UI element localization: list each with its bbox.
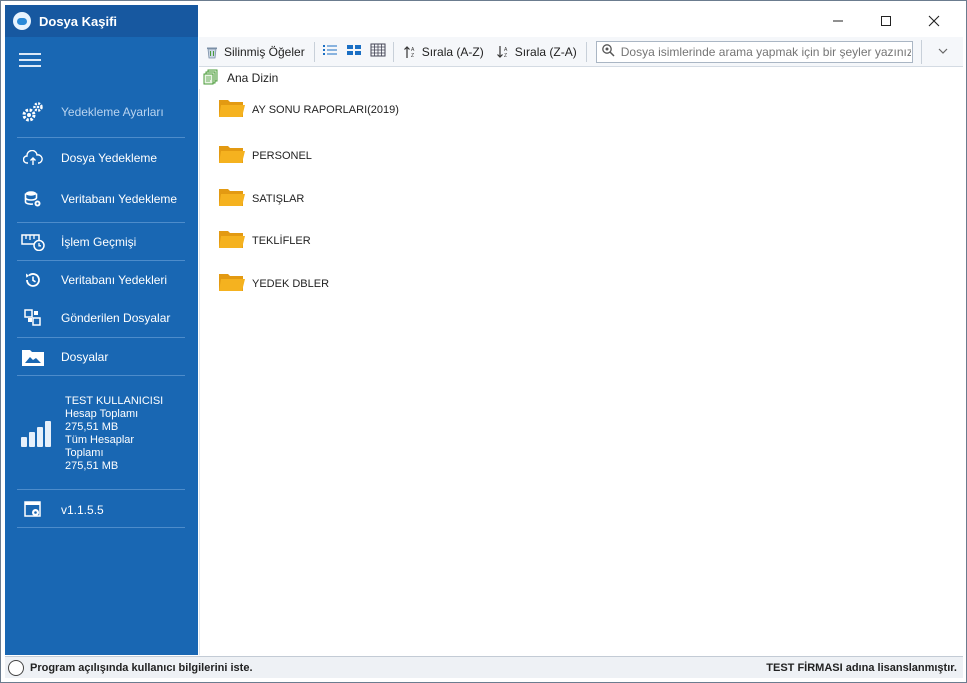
toolbar-divider bbox=[585, 41, 587, 62]
sidebar-divider bbox=[17, 260, 185, 261]
details-view-icon bbox=[346, 43, 362, 60]
sidebar-item-backup-settings[interactable]: Yedekleme Ayarları bbox=[21, 101, 181, 123]
folder-name: AY SONU RAPORLARI(2019) bbox=[252, 103, 399, 116]
sidebar-divider bbox=[17, 489, 185, 490]
grid-view-icon bbox=[370, 43, 386, 60]
deleted-items-button[interactable]: Silinmiş Öğeler bbox=[199, 39, 311, 65]
details-view-button[interactable] bbox=[342, 39, 366, 65]
sidebar-divider bbox=[17, 527, 185, 528]
sidebar-item-sent-files[interactable]: Gönderilen Dosyalar bbox=[21, 307, 181, 329]
sidebar-item-files[interactable]: Dosyalar bbox=[21, 346, 181, 368]
folder-icon bbox=[218, 186, 246, 211]
license-text: TEST FİRMASI adına lisanslanmıştır. bbox=[766, 661, 957, 674]
database-settings-icon bbox=[21, 188, 45, 210]
breadcrumb-root-icon bbox=[203, 69, 219, 88]
sidebar-item-label: Veritabanı Yedekleme bbox=[61, 192, 178, 206]
sent-files-icon bbox=[21, 307, 45, 329]
folder-icon bbox=[218, 143, 246, 168]
folder-item[interactable]: SATIŞLAR bbox=[218, 186, 304, 211]
folder-icon bbox=[218, 97, 246, 122]
toolbar-divider bbox=[313, 41, 315, 62]
sidebar-item-label: Yedekleme Ayarları bbox=[61, 105, 164, 119]
maximize-button[interactable] bbox=[862, 7, 910, 35]
app-settings-icon bbox=[21, 499, 45, 521]
sidebar-item-database-backup[interactable]: Veritabanı Yedekleme bbox=[21, 188, 181, 210]
list-view-button[interactable] bbox=[318, 39, 342, 65]
folder-name: PERSONEL bbox=[252, 149, 312, 162]
sidebar-divider bbox=[17, 137, 185, 138]
account-total-value: 275,51 MB bbox=[65, 421, 119, 433]
search-box[interactable] bbox=[595, 40, 914, 63]
recycle-bin-icon bbox=[205, 45, 219, 59]
minimize-button[interactable] bbox=[814, 7, 862, 35]
sort-az-label: Sırala (A-Z) bbox=[421, 44, 484, 59]
close-button[interactable] bbox=[910, 7, 958, 35]
sidebar-divider bbox=[17, 222, 185, 223]
app-title: Dosya Kaşifi bbox=[39, 13, 118, 29]
grid-view-button[interactable] bbox=[366, 39, 390, 65]
all-accounts-label-2: Toplamı bbox=[65, 447, 104, 459]
gears-icon bbox=[21, 101, 45, 123]
folder-item[interactable]: AY SONU RAPORLARI(2019) bbox=[218, 97, 399, 122]
app-logo-icon bbox=[13, 12, 31, 30]
breadcrumb-root[interactable]: Ana Dizin bbox=[227, 71, 278, 85]
all-accounts-label: Tüm Hesaplar bbox=[65, 434, 135, 446]
search-input[interactable] bbox=[620, 44, 911, 59]
user-name: TEST KULLANICISI bbox=[65, 395, 164, 407]
sidebar-item-label: Dosya Yedekleme bbox=[61, 151, 158, 165]
chevron-down-icon bbox=[938, 46, 948, 57]
sidebar-divider bbox=[17, 375, 185, 376]
folder-name: YEDEK DBLER bbox=[252, 277, 330, 290]
sort-az-button[interactable]: AZ Sırala (A-Z) bbox=[397, 39, 490, 65]
sort-descending-icon: AZ bbox=[496, 45, 510, 59]
usage-stats: TEST KULLANICISI Hesap Toplamı 275,51 MB… bbox=[21, 395, 191, 473]
sidebar-item-history[interactable]: İşlem Geçmişi bbox=[21, 231, 181, 253]
restore-clock-icon bbox=[21, 269, 45, 291]
ask-credentials-option[interactable]: Program açılışında kullanıcı bilgilerini… bbox=[8, 659, 253, 676]
svg-text:Z: Z bbox=[504, 53, 507, 59]
window-controls bbox=[814, 7, 958, 35]
folder-icon bbox=[218, 228, 246, 253]
sort-ascending-icon: AZ bbox=[403, 45, 417, 59]
toolbar: Silinmiş Öğeler AZ Sırala (A-Z) A Z Sıra… bbox=[199, 37, 963, 67]
sidebar-item-database-backups[interactable]: Veritabanı Yedekleri bbox=[21, 269, 181, 291]
folder-name: SATIŞLAR bbox=[252, 192, 305, 205]
folder-item[interactable]: TEKLİFLER bbox=[218, 228, 311, 253]
toolbar-divider bbox=[392, 41, 394, 62]
sidebar-item-file-backup[interactable]: Dosya Yedekleme bbox=[21, 147, 181, 169]
version-info: v1.1.5.5 bbox=[21, 499, 181, 521]
sidebar: Dosya Kaşifi Yedekleme Ayarları Dosya Ye… bbox=[5, 5, 198, 655]
folder-name: TEKLİFLER bbox=[252, 234, 311, 247]
sidebar-item-label: Gönderilen Dosyalar bbox=[61, 311, 171, 325]
sort-za-button[interactable]: AZ Sırala (Z-A) bbox=[490, 39, 583, 65]
deleted-items-label: Silinmiş Öğeler bbox=[224, 44, 305, 59]
sidebar-item-label: Dosyalar bbox=[61, 350, 109, 364]
folder-image-icon bbox=[21, 346, 45, 368]
ask-credentials-checkbox[interactable] bbox=[8, 659, 24, 676]
list-view-icon bbox=[322, 43, 338, 60]
hamburger-menu-icon[interactable] bbox=[19, 53, 41, 69]
sort-za-label: Sırala (Z-A) bbox=[514, 44, 577, 59]
folder-list: AY SONU RAPORLARI(2019) PERSONEL SATIŞLA… bbox=[199, 89, 963, 655]
storage-chart-icon bbox=[21, 421, 51, 447]
all-accounts-value: 275,51 MB bbox=[65, 460, 119, 472]
app-title-bar: Dosya Kaşifi bbox=[5, 5, 198, 37]
folder-icon bbox=[218, 271, 246, 296]
toolbar-dropdown-button[interactable] bbox=[921, 39, 963, 64]
search-icon bbox=[601, 43, 617, 60]
sidebar-item-label: Veritabanı Yedekleri bbox=[61, 273, 168, 287]
version-label: v1.1.5.5 bbox=[61, 503, 104, 517]
ask-credentials-label: Program açılışında kullanıcı bilgilerini… bbox=[30, 661, 253, 674]
account-total-label: Hesap Toplamı bbox=[65, 408, 139, 420]
cloud-upload-icon bbox=[21, 147, 45, 169]
app-window: Dosya Kaşifi Yedekleme Ayarları Dosya Ye… bbox=[0, 0, 967, 683]
folder-item[interactable]: PERSONEL bbox=[218, 143, 312, 168]
folder-item[interactable]: YEDEK DBLER bbox=[218, 271, 329, 296]
status-bar: Program açılışında kullanıcı bilgilerini… bbox=[5, 656, 963, 678]
sidebar-item-label: İşlem Geçmişi bbox=[61, 235, 137, 249]
breadcrumb: Ana Dizin bbox=[199, 68, 963, 88]
history-ruler-icon bbox=[21, 231, 45, 253]
sidebar-divider bbox=[17, 337, 185, 338]
svg-text:Z: Z bbox=[411, 53, 414, 59]
